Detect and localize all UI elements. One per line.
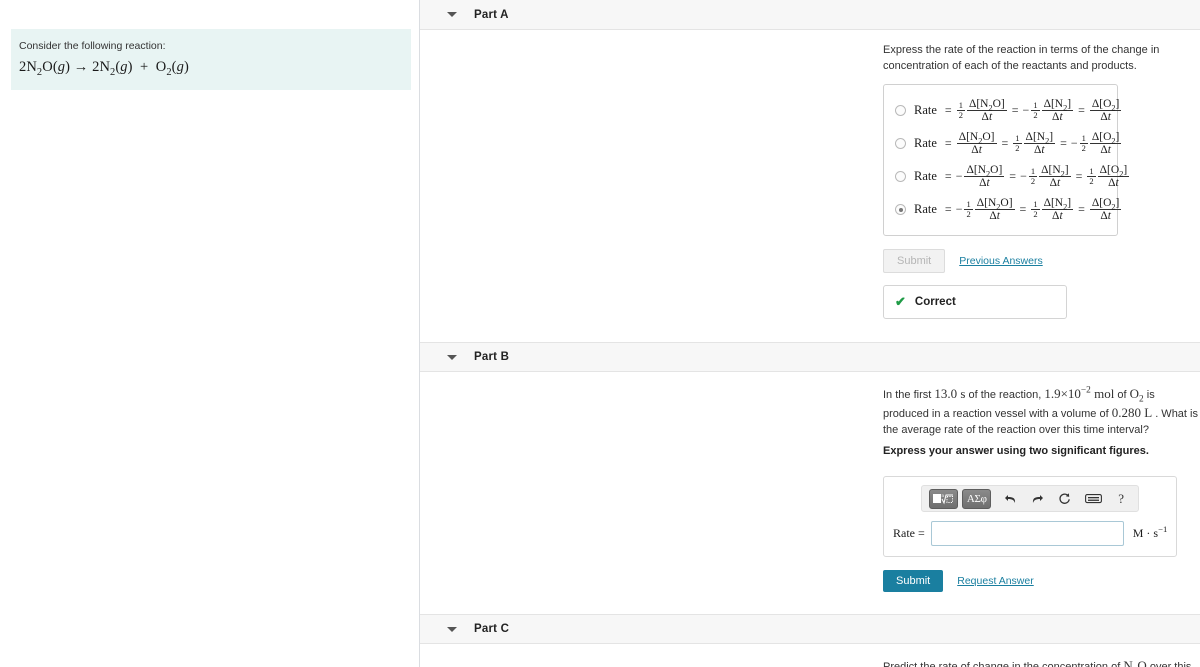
choice-option-4[interactable]: Rate = −1 2 Δ[N2O] Δt = 1 2 Δ[N2] Δt = Δ[O2] Δt <box>893 193 1122 226</box>
help-icon[interactable]: ? <box>1118 491 1124 507</box>
reset-icon[interactable] <box>1058 492 1071 505</box>
part-b-answer-row: Rate = M · s−1 <box>893 521 1168 547</box>
problem-intro-text: Consider the following reaction: <box>19 40 166 52</box>
part-b-answer-label: Rate = <box>893 526 925 541</box>
previous-answers-link[interactable]: Previous Answers <box>959 255 1042 267</box>
parts-panel: Part A Express the rate of the reaction … <box>420 0 1200 667</box>
radio-button-1[interactable] <box>895 104 906 116</box>
choice-expression-3: Rate = − Δ[N2O] Δt = −1 2 Δ[N2] Δt = 1 2 Δ[O2] Δt <box>914 164 1130 190</box>
radio-button-4[interactable] <box>895 204 906 216</box>
choice-option-1[interactable]: Rate = 1 2 Δ[N2O] Δt = −1 2 Δ[N2] Δt = Δ[O2] Δt <box>893 94 1122 127</box>
template-icon[interactable]: n <box>929 488 959 509</box>
part-b-body: In the first 13.0 s of the reaction, 1.9… <box>420 372 1200 593</box>
part-b-units: M · s−1 <box>1132 524 1168 541</box>
greek-symbols-label: ΑΣφ <box>966 492 987 505</box>
reaction-equation: 2N2O(g) → 2N2(g) + O2(g) <box>19 58 189 78</box>
choice-option-2[interactable]: Rate = Δ[N2O] Δt = 1 2 Δ[N2] Δt = −1 2 Δ[O2] Δt <box>893 127 1122 160</box>
collapse-caret-icon[interactable] <box>447 354 457 360</box>
svg-text:n: n <box>942 494 945 499</box>
choice-expression-1: Rate = 1 2 Δ[N2O] Δt = −1 2 Δ[N2] Δt = Δ[O2] Δt <box>914 97 1122 123</box>
collapse-caret-icon[interactable] <box>447 626 457 632</box>
part-a-header[interactable]: Part A <box>420 0 1200 30</box>
part-b-instruction: Express your answer using two significan… <box>883 445 1149 458</box>
collapse-caret-icon[interactable] <box>447 12 457 17</box>
part-a-submit-button[interactable]: Submit <box>883 249 946 274</box>
part-b-header[interactable]: Part B <box>420 342 1200 373</box>
choice-expression-4: Rate = −1 2 Δ[N2O] Δt = 1 2 Δ[N2] Δt = Δ[O2] Δt <box>914 197 1122 223</box>
part-a-question: Express the rate of the reaction in term… <box>883 44 1160 72</box>
part-a-body: Express the rate of the reaction in term… <box>420 30 1200 320</box>
part-a-feedback-banner: ✔ Correct <box>883 285 1067 320</box>
part-b-answer-widget: n ΑΣφ ? Rate = M · s−1 <box>883 476 1178 558</box>
part-b-question: In the first 13.0 s of the reaction, 1.9… <box>883 386 1198 437</box>
part-b-submit-row: Submit Request Answer <box>883 570 1200 593</box>
part-b-submit-button[interactable]: Submit <box>883 570 944 593</box>
part-a-choice-group: Rate = 1 2 Δ[N2O] Δt = −1 2 Δ[N2] Δt = Δ[O2] Δt Rate = Δ… <box>883 83 1130 237</box>
radio-button-2[interactable] <box>895 138 906 150</box>
part-a-submit-row: Submit Previous Answers <box>883 249 1200 274</box>
part-b-answer-input[interactable] <box>930 521 1124 547</box>
check-icon: ✔ <box>895 294 906 310</box>
part-a-title: Part A <box>474 8 509 21</box>
keyboard-icon[interactable] <box>1085 493 1103 504</box>
undo-icon[interactable] <box>1004 493 1017 505</box>
greek-symbols-button[interactable]: ΑΣφ <box>962 488 992 509</box>
part-a-feedback-text: Correct <box>914 296 956 309</box>
redo-icon[interactable] <box>1031 493 1044 505</box>
part-c-header[interactable]: Part C <box>420 614 1200 645</box>
problem-panel: Consider the following reaction: 2N2O(g)… <box>0 0 420 667</box>
choice-option-3[interactable]: Rate = − Δ[N2O] Δt = −1 2 Δ[N2] Δt = 1 2 Δ[O2] Δt <box>893 160 1130 193</box>
part-b-math-toolbar: n ΑΣφ ? <box>921 485 1140 513</box>
part-c-title: Part C <box>474 623 510 636</box>
page-root: Consider the following reaction: 2N2O(g)… <box>0 0 1200 667</box>
part-b-request-answer-link[interactable]: Request Answer <box>957 575 1033 587</box>
part-c-question: Predict the rate of change in the concen… <box>883 658 1191 667</box>
part-c-body: Predict the rate of change in the concen… <box>420 644 1200 667</box>
radio-button-3[interactable] <box>895 171 906 183</box>
part-b-title: Part B <box>474 351 510 364</box>
choice-expression-2: Rate = Δ[N2O] Δt = 1 2 Δ[N2] Δt = −1 2 Δ[O2] Δt <box>914 131 1122 157</box>
problem-statement-box: Consider the following reaction: 2N2O(g)… <box>11 29 411 90</box>
